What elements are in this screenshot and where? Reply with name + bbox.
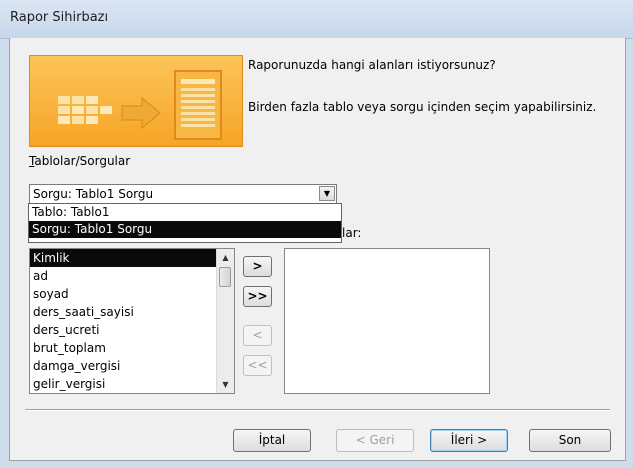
- wizard-hint: Birden fazla tablo veya sorgu içinden se…: [248, 100, 597, 114]
- remove-field-button[interactable]: <: [243, 325, 272, 346]
- wizard-question: Raporunuzda hangi alanları istiyorsunuz?: [248, 58, 496, 72]
- combo-value: Sorgu: Tablo1 Sorgu: [33, 187, 154, 201]
- list-scrollbar[interactable]: ▲ ▼: [216, 249, 234, 393]
- tables-queries-label: Tablolar/Sorgular: [29, 154, 131, 168]
- finish-button[interactable]: Son: [529, 429, 611, 452]
- wizard-dialog: Raporunuzda hangi alanları istiyorsunuz?…: [9, 38, 626, 461]
- list-item[interactable]: brut_toplam: [30, 339, 234, 357]
- tables-queries-combo[interactable]: Sorgu: Tablo1 Sorgu ▼: [29, 184, 337, 205]
- dropdown-option[interactable]: Tablo: Tablo1: [29, 204, 341, 221]
- selected-fields-label: lar:: [342, 226, 362, 240]
- combo-dropdown-list: Tablo: Tablo1 Sorgu: Tablo1 Sorgu: [28, 203, 342, 243]
- scrollbar-thumb[interactable]: [219, 267, 231, 287]
- tables-queries-label-rest: ablolar/Sorgular: [34, 154, 131, 168]
- title-bar: Rapor Sihirbazı: [0, 0, 633, 39]
- scroll-down-arrow-icon[interactable]: ▼: [217, 376, 234, 393]
- list-item[interactable]: Kimlik: [30, 249, 234, 267]
- add-field-button[interactable]: >: [243, 256, 272, 277]
- window-title: Rapor Sihirbazı: [10, 10, 109, 25]
- divider: [25, 409, 610, 411]
- next-button[interactable]: İleri >: [430, 429, 508, 452]
- list-item[interactable]: soyad: [30, 285, 234, 303]
- selected-fields-list[interactable]: [284, 248, 490, 394]
- report-wizard-icon: [58, 70, 222, 140]
- list-item[interactable]: ad: [30, 267, 234, 285]
- chevron-down-icon[interactable]: ▼: [319, 186, 335, 201]
- dropdown-option-selected[interactable]: Sorgu: Tablo1 Sorgu: [29, 221, 341, 238]
- list-item[interactable]: ders_ucreti: [30, 321, 234, 339]
- list-item[interactable]: ders_saati_sayisi: [30, 303, 234, 321]
- cancel-button[interactable]: İptal: [233, 429, 311, 452]
- scroll-up-arrow-icon[interactable]: ▲: [217, 249, 234, 266]
- back-button[interactable]: < Geri: [336, 429, 414, 452]
- list-item[interactable]: gelir_vergisi: [30, 375, 234, 393]
- available-fields-list[interactable]: Kimlik ad soyad ders_saati_sayisi ders_u…: [29, 248, 235, 394]
- add-all-fields-button[interactable]: >>: [243, 286, 272, 307]
- remove-all-fields-button[interactable]: <<: [243, 355, 272, 376]
- wizard-illustration: [29, 55, 243, 147]
- list-item[interactable]: damga_vergisi: [30, 357, 234, 375]
